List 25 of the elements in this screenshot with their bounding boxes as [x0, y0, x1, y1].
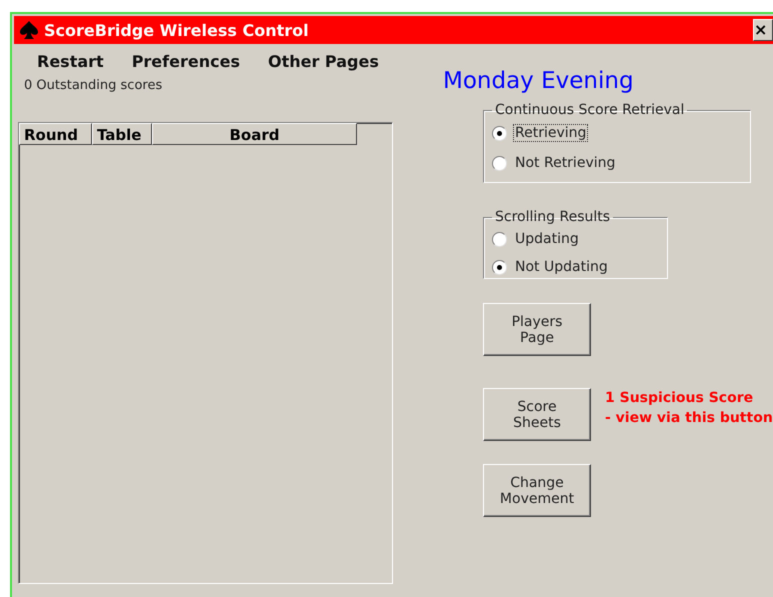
action-button[interactable]: Score Sheets [483, 388, 591, 441]
radio-button[interactable] [492, 232, 507, 246]
close-button[interactable]: × [753, 19, 773, 41]
outstanding-count: 0 Outstanding scores [23, 78, 164, 95]
spade-icon [18, 20, 40, 40]
option-label[interactable]: Retrieving [513, 124, 588, 142]
action-button[interactable]: Change Movement [483, 464, 591, 517]
radio-button[interactable] [492, 156, 507, 170]
warning-text: 1 Suspicious Score - view via this button [605, 389, 773, 428]
group-title: Scrolling Results [494, 209, 612, 225]
option-label[interactable]: Not Retrieving [513, 154, 618, 172]
menu-item[interactable]: Preferences [132, 52, 240, 78]
option-label[interactable]: Not Updating [513, 258, 610, 276]
menu-item[interactable]: Restart [37, 52, 104, 78]
window-title: ScoreBridge Wireless Control [44, 20, 309, 40]
action-button[interactable]: Players Page [483, 303, 591, 356]
column-header[interactable]: Table [92, 123, 152, 145]
radio-button[interactable] [492, 260, 507, 274]
radio-button[interactable] [492, 126, 507, 140]
group-title: Continuous Score Retrieval [494, 102, 686, 118]
menu-item[interactable]: Other Pages [268, 52, 379, 78]
column-header[interactable]: Round [19, 123, 92, 145]
session-name: Monday Evening [443, 68, 635, 96]
option-label[interactable]: Updating [513, 230, 581, 248]
column-header[interactable]: Board [152, 123, 357, 145]
